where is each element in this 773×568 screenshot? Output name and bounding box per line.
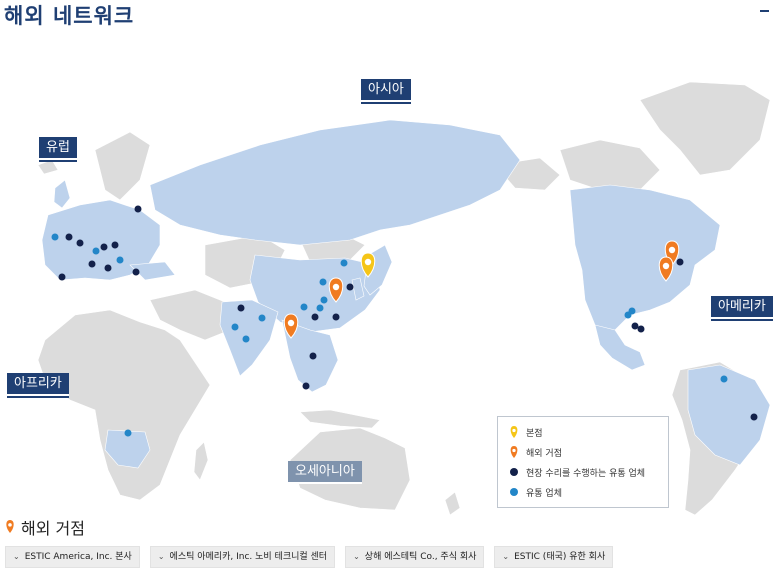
marker-service [134, 205, 142, 213]
location-chip-shanghai[interactable]: ⌄ 상해 에스테틱 Co., 주식 회사 [345, 546, 485, 568]
section-title-text: 해외 거점 [21, 519, 85, 538]
land-indonesia [299, 409, 381, 429]
location-label: ESTIC (태국) 유한 회사 [514, 552, 606, 562]
location-chip-thailand[interactable]: ⌄ ESTIC (태국) 유한 회사 [494, 546, 614, 568]
chevron-down-icon: ⌄ [353, 552, 360, 561]
marker-service [132, 268, 140, 276]
map-legend: 본점 해외 거점 현장 수리를 수행하는 유통 업체 유통 업체 [497, 416, 669, 508]
marker-distributor [116, 256, 124, 264]
marker-distributor [231, 323, 239, 331]
dot-blue-icon [508, 488, 520, 496]
legend-label: 유통 업체 [526, 488, 562, 499]
marker-service [346, 283, 354, 291]
legend-label: 현장 수리를 수행하는 유통 업체 [526, 468, 646, 479]
marker-distributor [300, 303, 308, 311]
pin-yellow-icon [508, 426, 520, 438]
land-madagascar [193, 441, 209, 481]
marker-distributor [320, 296, 328, 304]
region-label-america: 아메리카 [711, 296, 773, 319]
marker-service [637, 325, 645, 333]
land-scandinavia [94, 131, 151, 201]
land-newzealand [444, 491, 461, 515]
dot-navy-icon [508, 468, 520, 476]
marker-distributor [242, 335, 250, 343]
marker-distributor [316, 304, 324, 312]
marker-service [111, 241, 119, 249]
marker-distributor [319, 278, 327, 286]
land-africa [37, 309, 211, 501]
section-title: 해외 거점 [5, 515, 85, 539]
land-mexico [594, 324, 646, 371]
marker-distributor [92, 247, 100, 255]
marker-service [332, 313, 340, 321]
marker-service [104, 264, 112, 272]
land-canada-north [559, 139, 661, 191]
marker-service [76, 239, 84, 247]
page-title: 해외 네트워크 [4, 4, 135, 28]
region-label-asia: 아시아 [361, 79, 411, 102]
location-chip-novi-center[interactable]: ⌄ 에스틱 아메리카, Inc. 노비 테크니컬 센터 [149, 546, 336, 568]
marker-distributor [258, 314, 266, 322]
marker-service [309, 352, 317, 360]
marker-service [100, 243, 108, 251]
land-northamerica [569, 184, 721, 341]
collapse-icon[interactable] [760, 10, 769, 12]
region-label-europe: 유럽 [39, 137, 77, 160]
legend-item-service: 현장 수리를 수행하는 유통 업체 [498, 462, 668, 482]
legend-item-headquarters: 본점 [498, 422, 668, 442]
marker-service [750, 413, 758, 421]
legend-label: 해외 거점 [526, 448, 562, 459]
marker-service [58, 273, 66, 281]
marker-service [676, 258, 684, 266]
marker-service [311, 313, 319, 321]
location-label: 에스틱 아메리카, Inc. 노비 테크니컬 센터 [169, 552, 328, 562]
marker-service [302, 382, 310, 390]
location-label: 상해 에스테틱 Co., 주식 회사 [364, 552, 477, 562]
region-label-africa: 아프리카 [7, 373, 69, 396]
region-label-oceania: 오세아니아 [288, 461, 362, 484]
marker-distributor [720, 375, 728, 383]
chevron-down-icon: ⌄ [157, 552, 165, 561]
marker-service [88, 260, 96, 268]
marker-service [65, 233, 73, 241]
land-russia [149, 119, 521, 246]
marker-service [237, 304, 245, 312]
location-list: ⌄ ESTIC America, Inc. 본사 ⌄ 에스틱 아메리카, Inc… [5, 546, 614, 568]
land-greenland [639, 81, 771, 176]
marker-distributor [340, 259, 348, 267]
location-chip-estic-america[interactable]: ⌄ ESTIC America, Inc. 본사 [5, 546, 140, 568]
marker-distributor [51, 233, 59, 241]
marker-distributor [124, 429, 132, 437]
chevron-down-icon: ⌄ [13, 552, 20, 561]
chevron-down-icon: ⌄ [502, 552, 510, 561]
pin-orange-icon [5, 518, 15, 537]
marker-distributor [628, 307, 636, 315]
land-iceland [37, 159, 59, 175]
marker-service [631, 322, 639, 330]
location-label: ESTIC America, Inc. 본사 [24, 552, 132, 562]
legend-item-distributor: 유통 업체 [498, 482, 668, 502]
land-uk [53, 179, 71, 209]
pin-orange-icon [508, 446, 520, 458]
legend-item-overseas: 해외 거점 [498, 442, 668, 462]
legend-label: 본점 [526, 428, 543, 439]
